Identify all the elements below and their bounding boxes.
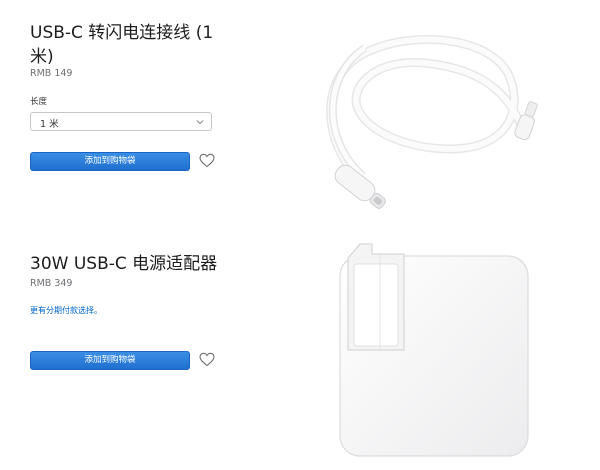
installment-link[interactable]: 更有分期付款选择。 bbox=[30, 305, 102, 316]
heart-icon[interactable] bbox=[199, 153, 215, 168]
length-select-value: 1 米 bbox=[40, 119, 59, 130]
cable-product-image bbox=[326, 34, 538, 209]
add-to-bag-button[interactable]: 添加到购物袋 bbox=[30, 351, 190, 370]
product-title: USB-C 转闪电连接线 (1 米) bbox=[30, 23, 214, 67]
chevron-down-icon bbox=[196, 120, 204, 125]
length-select[interactable]: 1 米 bbox=[30, 112, 212, 131]
length-label: 长度 bbox=[30, 97, 48, 107]
heart-icon[interactable] bbox=[199, 352, 215, 367]
power-adapter-product-image bbox=[339, 243, 529, 457]
product-card-adapter: 30W USB-C 电源适配器 RMB 349 更有分期付款选择。 添加到购物袋 bbox=[0, 220, 600, 470]
product-card-cable: USB-C 转闪电连接线 (1 米) RMB 149 长度 1 米 添加到购物袋 bbox=[0, 0, 600, 220]
product-title: 30W USB-C 电源适配器 bbox=[30, 254, 218, 274]
product-price: RMB 149 bbox=[30, 68, 73, 79]
add-to-bag-button[interactable]: 添加到购物袋 bbox=[30, 152, 190, 171]
product-price: RMB 349 bbox=[30, 278, 73, 289]
